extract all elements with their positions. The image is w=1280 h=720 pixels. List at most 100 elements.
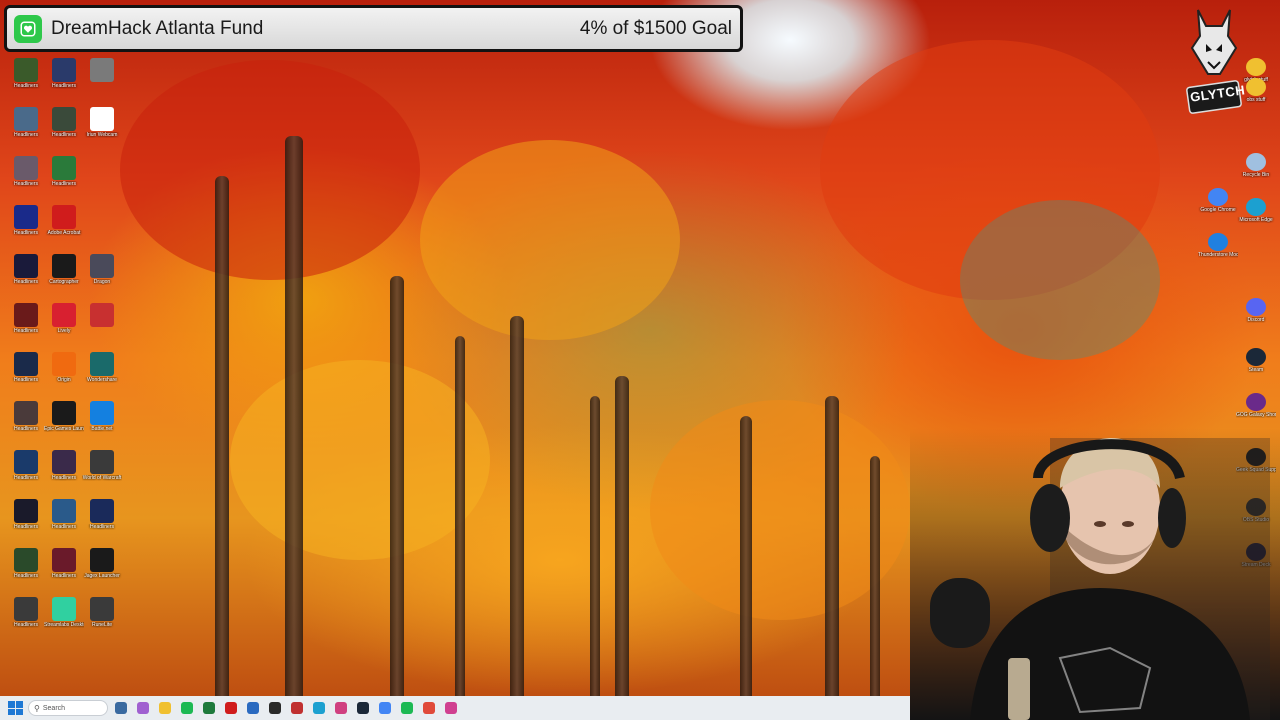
desktop-icon-label: Headliners [14, 181, 38, 187]
desktop-icon-image [52, 499, 76, 523]
desktop-icon-label: Headliners [52, 181, 76, 187]
desktop-icon[interactable]: Headliners [6, 303, 46, 349]
foliage [420, 140, 680, 340]
desktop-icon[interactable]: Headliners [6, 254, 46, 300]
desktop-icon[interactable]: Headliners [6, 450, 46, 496]
desktop-icon[interactable]: Headliners [44, 58, 84, 104]
desktop-icon[interactable]: Discord [1236, 298, 1276, 344]
chrome-alt-icon[interactable] [420, 699, 438, 717]
webcam-overlay [910, 428, 1280, 720]
desktop-icon[interactable]: Headliners [6, 205, 46, 251]
desktop-icon[interactable]: Headliners [6, 156, 46, 202]
desktop-icon[interactable]: Adobe Acrobat [44, 205, 84, 251]
desktop-icon-image [1246, 58, 1266, 76]
desktop-icon[interactable]: Headliners [44, 107, 84, 153]
terminal-icon[interactable] [266, 699, 284, 717]
desktop-icon-label: Streamlabs Desktop [44, 622, 84, 628]
desktop-icon-image [90, 450, 114, 474]
desktop-icon-label: Battle.net [91, 426, 113, 432]
spotify-green-icon[interactable] [398, 699, 416, 717]
desktop-icon-image [14, 450, 38, 474]
desktop-icon[interactable]: Cartographer [44, 254, 84, 300]
chrome-icon[interactable] [376, 699, 394, 717]
desktop-icon-image [52, 58, 76, 82]
desktop-icon-label: Recycle Bin [1242, 172, 1270, 178]
desktop-icon[interactable]: Epic Games Launcher [44, 401, 84, 447]
desktop-icon[interactable]: Lively [44, 303, 84, 349]
file-explorer-icon[interactable] [156, 699, 174, 717]
desktop-icon-image [52, 156, 76, 180]
desktop-icon[interactable]: Headliners [44, 548, 84, 594]
desktop-icon-label: Steam [1248, 367, 1264, 373]
excel-icon[interactable] [200, 699, 218, 717]
edge-icon[interactable] [310, 699, 328, 717]
desktop-icon[interactable]: Jagex Launcher [82, 548, 122, 594]
desktop-icon[interactable]: Headliners [6, 352, 46, 398]
desktop-icon[interactable]: Thunderstore Mod Manager [1198, 233, 1238, 279]
desktop-icon[interactable]: Headliners [6, 58, 46, 104]
calculator-icon[interactable] [244, 699, 262, 717]
desktop-icon-image [90, 58, 114, 82]
desktop-icon[interactable] [82, 58, 122, 104]
desktop-icon-image [1246, 298, 1266, 316]
desktop-icon[interactable]: RuneLite [82, 597, 122, 643]
taskbar-apps [112, 699, 460, 717]
tree-trunk [590, 396, 600, 696]
desktop-icon-image [14, 205, 38, 229]
desktop-icon[interactable]: Headliners [6, 401, 46, 447]
desktop-icon[interactable]: Recycle Bin [1236, 153, 1276, 199]
desktop-icon[interactable]: Headliners [44, 450, 84, 496]
goal-left: DreamHack Atlanta Fund [14, 14, 263, 43]
tree-trunk [390, 276, 404, 696]
desktop-icon-label: GOG Galaxy Shortcut [1236, 412, 1276, 418]
desktop-icon[interactable]: Steam [1236, 348, 1276, 394]
desktop-icon-label: Thunderstore Mod Manager [1198, 252, 1238, 258]
desktop-icon-label: Headliners [14, 524, 38, 530]
streamlabs-icon[interactable] [442, 699, 460, 717]
desktop-icon-label: Headliners [52, 83, 76, 89]
music-icon[interactable] [288, 699, 306, 717]
desktop-icon[interactable]: Dragon [82, 254, 122, 300]
desktop-icon[interactable]: Headliners [6, 499, 46, 545]
desktop-icon[interactable]: World of Warcraft [82, 450, 122, 496]
desktop-icon[interactable]: Iriun Webcam [82, 107, 122, 153]
acrobat-icon[interactable] [222, 699, 240, 717]
windows-start-icon[interactable] [6, 699, 24, 717]
spotify-icon[interactable] [178, 699, 196, 717]
desktop-icon[interactable]: Headliners [44, 156, 84, 202]
desktop-icon[interactable]: Headliners [82, 499, 122, 545]
snipping-icon[interactable] [332, 699, 350, 717]
desktop-icon[interactable]: Headliners [44, 499, 84, 545]
steam-icon[interactable] [354, 699, 372, 717]
desktop-icon-image [52, 303, 76, 327]
copilot-icon[interactable] [134, 699, 152, 717]
desktop-icon[interactable]: Origin [44, 352, 84, 398]
tree-trunk [740, 416, 752, 696]
desktop-icon-image [52, 401, 76, 425]
desktop-icon-image [1246, 78, 1266, 96]
desktop-icon-image [14, 401, 38, 425]
desktop-icon-image [1208, 233, 1228, 251]
desktop-icon[interactable]: Headliners [6, 548, 46, 594]
widgets-icon[interactable] [112, 699, 130, 717]
desktop-icon[interactable]: Microsoft Edge [1236, 198, 1276, 244]
desktop-icon-image [1246, 198, 1266, 216]
desktop-icon-label: Iriun Webcam [86, 132, 118, 138]
desktop-icon-label: Headliners [14, 426, 38, 432]
desktop-icon-image [52, 205, 76, 229]
desktop-icon[interactable]: Headliners [6, 107, 46, 153]
desktop-icon[interactable]: Google Chrome [1198, 188, 1238, 234]
desktop-icon[interactable] [82, 303, 122, 349]
desktop-icon-image [14, 107, 38, 131]
desktop-icon-image [14, 499, 38, 523]
desktop-icon[interactable]: Streamlabs Desktop [44, 597, 84, 643]
desktop-icon[interactable]: Headliners [6, 597, 46, 643]
desktop-icon[interactable]: Wondershare [82, 352, 122, 398]
foliage [230, 360, 490, 560]
desktop-icon-image [52, 450, 76, 474]
taskbar-search[interactable]: ⚲ Search [28, 700, 108, 716]
desktop-icon-label: Headliners [52, 475, 76, 481]
desktop-icon-image [52, 548, 76, 572]
desktop-icon[interactable]: Battle.net [82, 401, 122, 447]
desktop-icon-label: Headliners [52, 524, 76, 530]
